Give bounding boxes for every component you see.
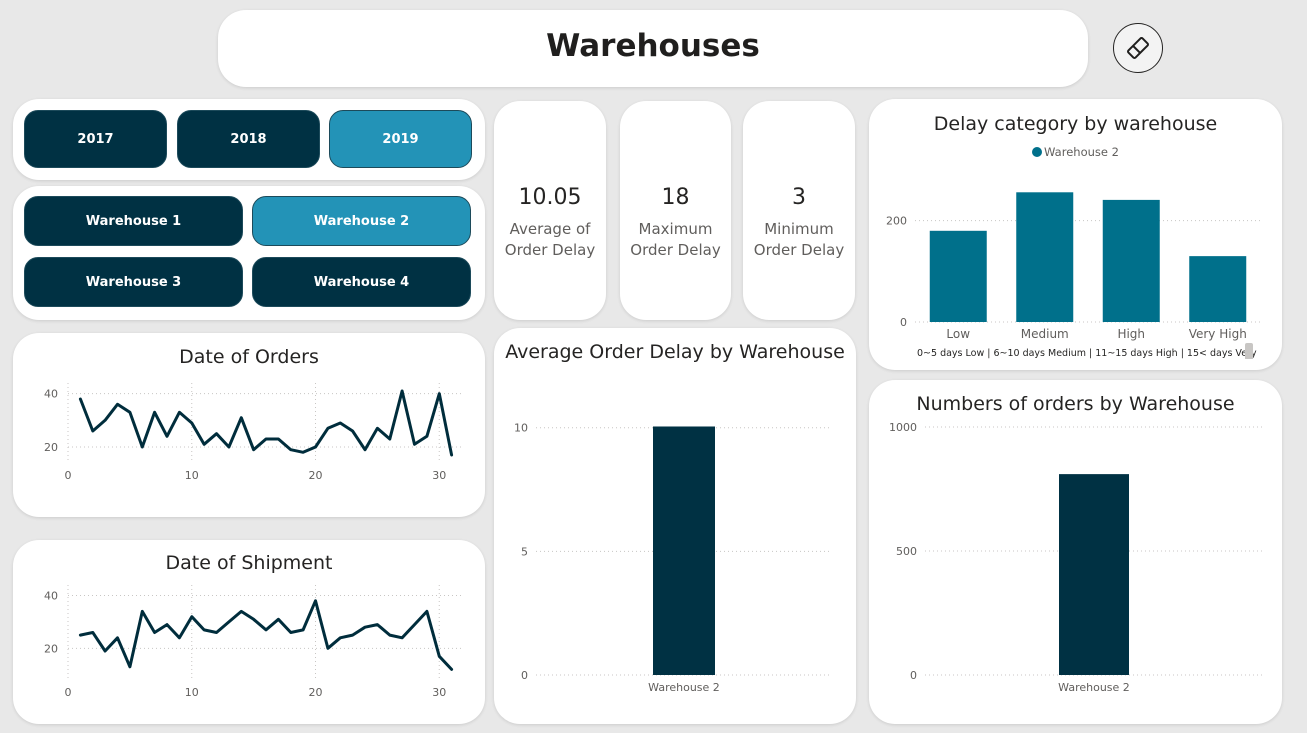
orders-by-warehouse-chart: 0 500 1000 Warehouse 2 bbox=[889, 421, 1263, 694]
delay-category-chart-card: Delay category by warehouse Warehouse 2 … bbox=[869, 99, 1282, 370]
kpi-label: Minimum Order Delay bbox=[753, 220, 845, 259]
y-tick-label: 0 bbox=[910, 669, 917, 682]
y-tick-label: 200 bbox=[886, 215, 907, 228]
y-tick-label: 40 bbox=[44, 590, 58, 603]
bar bbox=[1102, 199, 1160, 322]
warehouse-3-button[interactable]: Warehouse 3 bbox=[24, 257, 243, 307]
bar bbox=[1059, 474, 1129, 675]
kpi-label: Maximum Order Delay bbox=[630, 220, 721, 259]
x-tick-label: Low bbox=[946, 327, 970, 341]
x-tick-label: Medium bbox=[1021, 327, 1069, 341]
x-tick-label: High bbox=[1117, 327, 1145, 341]
avg-order-delay-chart: 0 5 10 Warehouse 2 bbox=[514, 422, 832, 694]
scroll-handle[interactable] bbox=[1245, 343, 1253, 359]
x-tick-label: Warehouse 2 bbox=[648, 681, 720, 694]
delay-category-chart: 0 200 Low Medium High Very High bbox=[886, 192, 1261, 341]
chart-footnote: 0~5 days Low | 6~10 days Medium | 11~15 … bbox=[917, 348, 1257, 359]
series-line bbox=[78, 599, 454, 671]
kpi-value: 3 bbox=[792, 185, 806, 210]
date-of-shipment-chart-card: Date of Shipment 20 40 0 10 20 30 bbox=[13, 540, 485, 724]
kpi-card-average-delay: 10.05 Average of Order Delay bbox=[494, 101, 606, 320]
bar bbox=[1189, 256, 1247, 322]
y-tick-label: 500 bbox=[896, 545, 917, 558]
x-tick-label: Very High bbox=[1189, 327, 1247, 341]
date-of-shipment-chart: 20 40 0 10 20 30 bbox=[44, 585, 464, 699]
x-tick-label: 20 bbox=[309, 686, 323, 699]
x-tick-label: 0 bbox=[65, 686, 72, 699]
x-tick-label: 0 bbox=[65, 469, 72, 482]
x-tick-label: 10 bbox=[185, 686, 199, 699]
y-tick-label: 0 bbox=[521, 669, 528, 682]
x-tick-label: 30 bbox=[432, 686, 446, 699]
kpi-value: 10.05 bbox=[518, 185, 582, 210]
y-tick-label: 20 bbox=[44, 441, 58, 454]
y-tick-label: 20 bbox=[44, 642, 58, 655]
y-tick-label: 0 bbox=[900, 316, 907, 329]
kpi-label: Average of Order Delay bbox=[504, 220, 596, 259]
y-tick-label: 40 bbox=[44, 388, 58, 401]
page-title: Warehouses bbox=[546, 28, 760, 64]
eraser-icon bbox=[1127, 37, 1149, 59]
kpi-card-minimum-delay: 3 Minimum Order Delay bbox=[743, 101, 855, 320]
kpi-value: 18 bbox=[661, 185, 690, 210]
warehouse-1-button[interactable]: Warehouse 1 bbox=[24, 196, 243, 246]
bar bbox=[1016, 192, 1074, 322]
bar bbox=[929, 230, 987, 322]
bar bbox=[653, 426, 715, 675]
year-2018-button[interactable]: 2018 bbox=[177, 110, 320, 168]
series-line bbox=[78, 389, 454, 457]
kpi-card-maximum-delay: 18 Maximum Order Delay bbox=[620, 101, 731, 320]
warehouse-slicer-card: Warehouse 1 Warehouse 2 Warehouse 3 Ware… bbox=[13, 186, 485, 320]
date-of-orders-chart-card: Date of Orders 20 40 0 10 20 30 bbox=[13, 333, 485, 517]
x-tick-label: Warehouse 2 bbox=[1058, 681, 1130, 694]
year-2019-button[interactable]: 2019 bbox=[329, 110, 472, 168]
y-tick-label: 10 bbox=[514, 422, 528, 435]
warehouse-4-button[interactable]: Warehouse 4 bbox=[252, 257, 471, 307]
x-tick-label: 20 bbox=[309, 469, 323, 482]
avg-order-delay-chart-card: Average Order Delay by Warehouse 0 5 10 War… bbox=[494, 328, 856, 724]
title-card: Warehouses bbox=[218, 10, 1088, 87]
year-slicer-card: 2017 2018 2019 bbox=[13, 99, 485, 180]
x-tick-label: 30 bbox=[432, 469, 446, 482]
y-tick-label: 5 bbox=[521, 545, 528, 558]
y-tick-label: 1000 bbox=[889, 421, 917, 434]
x-tick-label: 10 bbox=[185, 469, 199, 482]
clear-filters-button[interactable] bbox=[1113, 23, 1163, 73]
orders-by-warehouse-chart-card: Numbers of orders by Warehouse 0 500 1000 W… bbox=[869, 380, 1282, 724]
warehouse-2-button[interactable]: Warehouse 2 bbox=[252, 196, 471, 246]
date-of-orders-chart: 20 40 0 10 20 30 bbox=[44, 383, 464, 482]
year-2017-button[interactable]: 2017 bbox=[24, 110, 167, 168]
